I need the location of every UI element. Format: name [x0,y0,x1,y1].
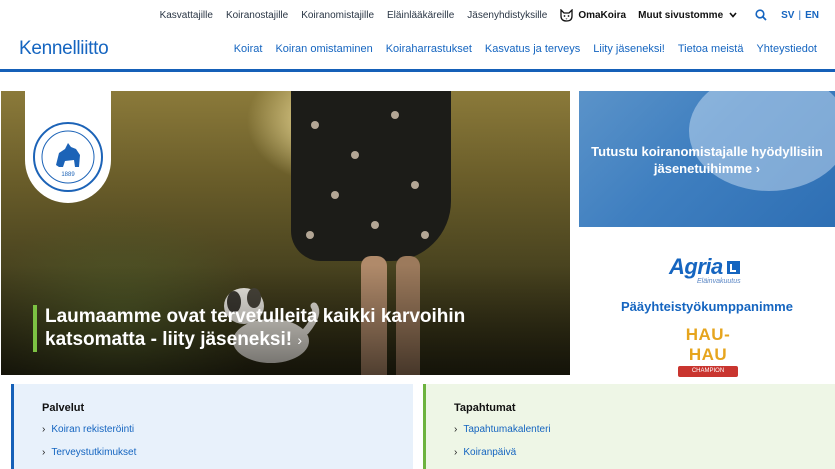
other-sites-label: Muut sivustomme [638,9,724,21]
seal-year: 1889 [61,172,75,178]
events-link-koiranpaiva[interactable]: › Koiranpäivä [454,447,835,458]
utility-bar: Kasvattajille Koiranostajille Koiranomis… [0,0,835,30]
kennelliitto-seal: 1889 [25,91,111,203]
hero-photo-dress [291,91,451,261]
omakoira-link[interactable]: OmaKoira [559,8,627,22]
nav-item-tietoa-meista[interactable]: Tietoa meistä [678,43,744,55]
events-card: Tapahtumat › Tapahtumakalenteri › Koiran… [423,384,835,469]
agria-mark-icon [726,260,740,274]
other-sites-dropdown[interactable]: Muut sivustomme [638,10,737,21]
chevron-right-icon: › [454,447,458,458]
kennelliitto-seal-logo: 1889 [33,122,103,192]
services-title: Palvelut [42,402,85,414]
hero-title-text: Laumaamme ovat tervetulleita kaikki karv… [45,306,466,350]
lang-separator: | [798,9,802,21]
events-link-kalenteri[interactable]: › Tapahtumakalenteri [454,424,835,435]
chevron-right-icon: › [755,161,761,176]
events-title: Tapahtumat [454,402,516,414]
events-link-label: Koiranpäivä [463,447,517,458]
site-logo[interactable]: Kennelliitto [19,38,109,60]
omakoira-label: OmaKoira [578,9,627,21]
nav-item-yhteystiedot[interactable]: Yhteystiedot [756,43,817,55]
dog-face-icon [560,8,573,22]
nav-item-koirat[interactable]: Koirat [234,43,263,55]
hero-title[interactable]: Laumaamme ovat tervetulleita kaikki karv… [33,305,563,352]
language-switcher: SV | EN [781,10,819,21]
nav-links: Koirat Koiran omistaminen Koiraharrastuk… [221,43,817,55]
agria-subtitle: Eläinvakuutus [697,278,741,285]
search-icon [755,9,767,21]
chevron-right-icon: › [42,424,46,435]
events-link-label: Tapahtumakalenteri [463,424,551,435]
services-link-terveystutkimukset[interactable]: › Terveystutkimukset [42,447,413,458]
link-koiranostajille[interactable]: Koiranostajille [226,10,288,21]
search-button[interactable] [755,9,767,21]
link-koiranomistajille[interactable]: Koiranomistajille [301,10,374,21]
nav-item-liity-jaseneksi[interactable]: Liity jäseneksi! [593,43,665,55]
services-link-label: Koiran rekisteröinti [51,424,135,435]
nav-item-kasvatus-ja-terveys[interactable]: Kasvatus ja terveys [485,43,580,55]
chevron-right-icon: › [42,447,46,458]
hau-hau-logo[interactable]: HAU-HAU CHAMPION [670,325,746,377]
main-navigation: Kennelliitto Koirat Koiran omistaminen K… [0,30,835,72]
promo-label: Tutustu koiranomistajalle hyödyllisiin j… [591,144,823,176]
promo-text: Tutustu koiranomistajalle hyödyllisiin j… [579,143,835,177]
link-kasvattajille[interactable]: Kasvattajille [160,10,213,21]
lang-sv-link[interactable]: SV [781,10,794,21]
hau-hau-wordmark: HAU-HAU [685,325,731,364]
services-link-rekisterointi[interactable]: › Koiran rekisteröinti [42,424,413,435]
nav-item-koiraharrastukset[interactable]: Koiraharrastukset [386,43,472,55]
nav-item-koiran-omistaminen[interactable]: Koiran omistaminen [275,43,372,55]
partner-label: Pääyhteistyökumppanimme [621,299,793,314]
member-benefits-promo[interactable]: Tutustu koiranomistajalle hyödyllisiin j… [579,91,835,227]
chevron-right-icon: › [454,424,458,435]
link-jasenyhdistyksille[interactable]: Jäsenyhdistyksille [467,10,547,21]
services-card: Palvelut › Koiran rekisteröinti › Tervey… [11,384,413,469]
chevron-down-icon [729,12,737,18]
agria-logo[interactable]: Agria [669,254,740,280]
link-elainlaakareille[interactable]: Eläinlääkäreille [387,10,454,21]
partner-section: Agria Eläinvakuutus Pääyhteistyökumppani… [579,232,835,377]
hau-hau-ribbon: CHAMPION [678,366,738,377]
chevron-right-icon: › [297,332,303,348]
services-link-label: Terveystutkimukset [51,447,137,458]
lang-en-link[interactable]: EN [805,10,819,21]
agria-wordmark: Agria [669,254,723,279]
